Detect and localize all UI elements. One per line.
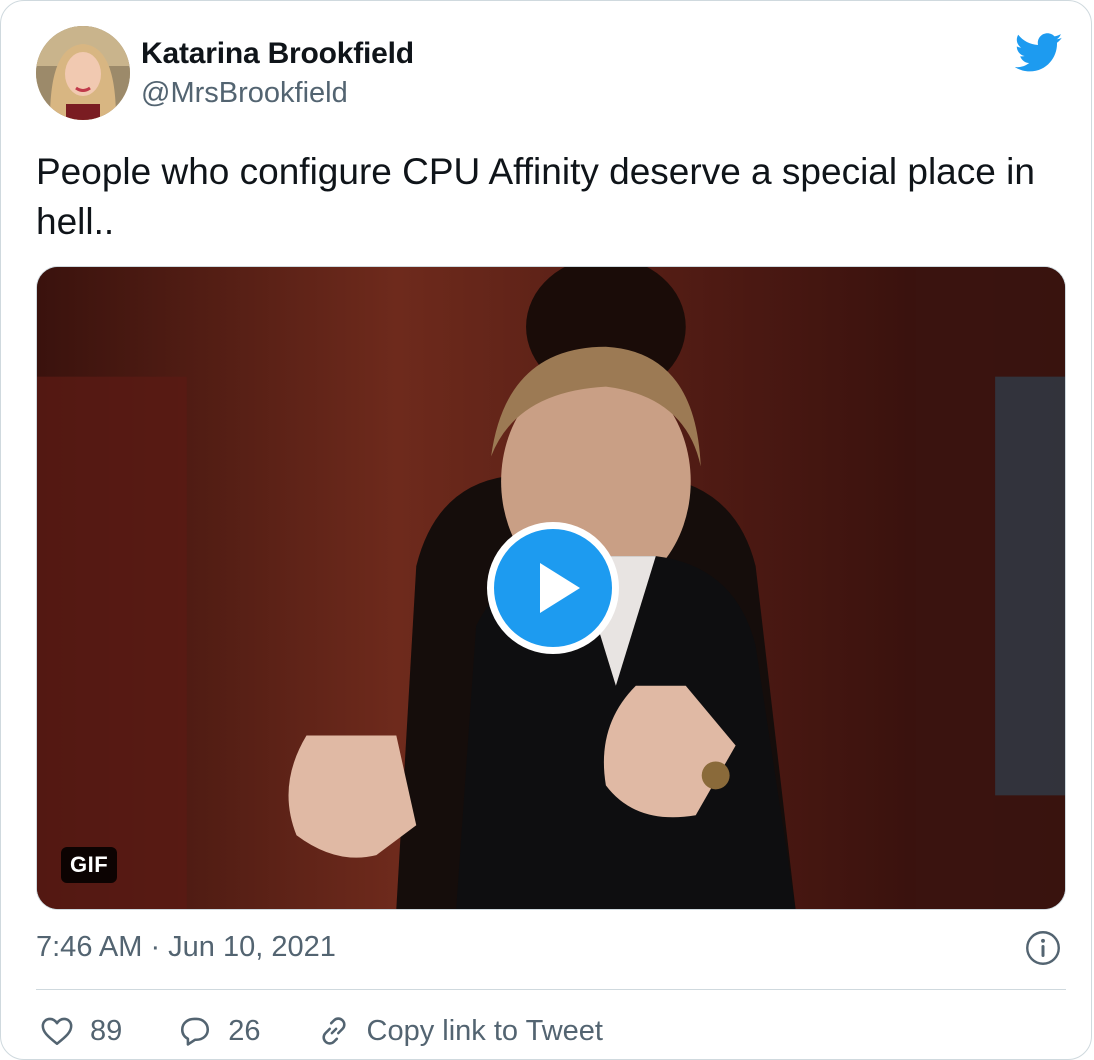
copy-link-button[interactable]: Copy link to Tweet	[313, 1014, 603, 1048]
tweet-card: Katarina Brookfield @MrsBrookfield Peopl…	[0, 0, 1092, 1060]
twitter-bird-icon[interactable]	[1015, 33, 1063, 73]
play-button[interactable]	[487, 522, 619, 654]
like-button[interactable]: 89	[36, 1014, 122, 1048]
heart-icon	[41, 1017, 73, 1046]
tweet-media-gif[interactable]: GIF	[36, 266, 1066, 910]
reply-button[interactable]: 26	[174, 1014, 261, 1048]
link-icon	[321, 1017, 346, 1045]
author-display-name[interactable]: Katarina Brookfield	[141, 37, 414, 71]
gif-badge: GIF	[61, 847, 118, 883]
author-handle[interactable]: @MrsBrookfield	[141, 77, 348, 110]
avatar-image	[36, 26, 130, 120]
copy-link-label: Copy link to Tweet	[366, 1014, 603, 1047]
divider	[36, 989, 1066, 990]
tweet-timestamp[interactable]: 7:46 AM · Jun 10, 2021	[36, 931, 336, 964]
like-count: 89	[90, 1014, 123, 1047]
info-icon[interactable]	[1025, 930, 1061, 966]
play-icon	[540, 563, 580, 613]
tweet-text: People who configure CPU Affinity deserv…	[36, 151, 1035, 242]
reply-bubble-icon	[181, 1017, 210, 1046]
reply-count: 26	[228, 1014, 261, 1047]
tweet-actions: 89 26 Copy link to Tweet	[36, 1009, 655, 1053]
author-avatar[interactable]	[36, 26, 130, 120]
